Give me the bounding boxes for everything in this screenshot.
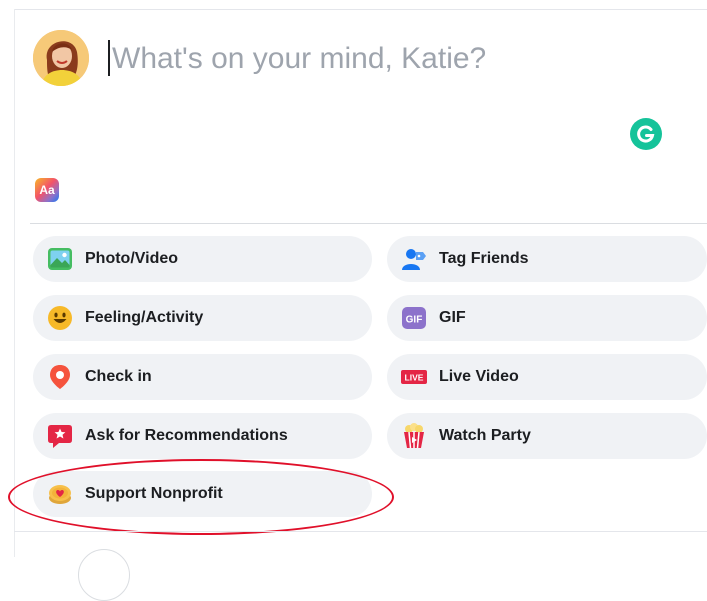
tag-friends-icon (401, 246, 427, 272)
check-in-button[interactable]: Check in (33, 354, 372, 400)
support-nonprofit-icon (47, 481, 73, 507)
gif-label: GIF (439, 309, 466, 326)
grammarly-icon[interactable] (630, 118, 662, 150)
whats-on-your-mind-input[interactable] (112, 39, 632, 79)
watch-party-button[interactable]: Watch Party (387, 413, 707, 459)
background-color-picker-icon[interactable]: Aa (35, 178, 59, 202)
ask-recommendations-icon (47, 423, 73, 449)
live-badge-text: LIVE (405, 373, 424, 383)
photo-video-label: Photo/Video (85, 250, 179, 267)
feeling-activity-button[interactable]: Feeling/Activity (33, 295, 372, 341)
bottom-divider (14, 531, 707, 532)
ask-for-recommendations-button[interactable]: Ask for Recommendations (33, 413, 372, 459)
tag-friends-label: Tag Friends (439, 250, 529, 267)
watch-party-icon (401, 423, 427, 449)
feeling-activity-label: Feeling/Activity (85, 309, 204, 326)
divider (30, 223, 707, 224)
composer-top-border (14, 9, 707, 10)
text-cursor (108, 40, 110, 76)
check-in-label: Check in (85, 368, 152, 385)
gif-button[interactable]: GIF GIF (387, 295, 707, 341)
feeling-activity-icon (47, 305, 73, 331)
ask-for-recommendations-label: Ask for Recommendations (85, 427, 288, 444)
avatar-image (33, 30, 89, 86)
check-in-icon (47, 364, 73, 390)
tag-friends-button[interactable]: Tag Friends (387, 236, 707, 282)
photo-video-icon (47, 246, 73, 272)
support-nonprofit-button[interactable]: Support Nonprofit (33, 471, 372, 517)
gif-icon: GIF (401, 305, 427, 331)
gif-badge-text: GIF (406, 315, 423, 326)
support-nonprofit-label: Support Nonprofit (85, 485, 223, 502)
composer-left-border (14, 9, 15, 557)
avatar[interactable] (33, 30, 89, 86)
background-picker-label: Aa (39, 183, 55, 197)
photo-video-button[interactable]: Photo/Video (33, 236, 372, 282)
live-video-button[interactable]: LIVE Live Video (387, 354, 707, 400)
watch-party-label: Watch Party (439, 427, 531, 444)
live-video-icon: LIVE (401, 364, 427, 390)
live-video-label: Live Video (439, 368, 519, 385)
